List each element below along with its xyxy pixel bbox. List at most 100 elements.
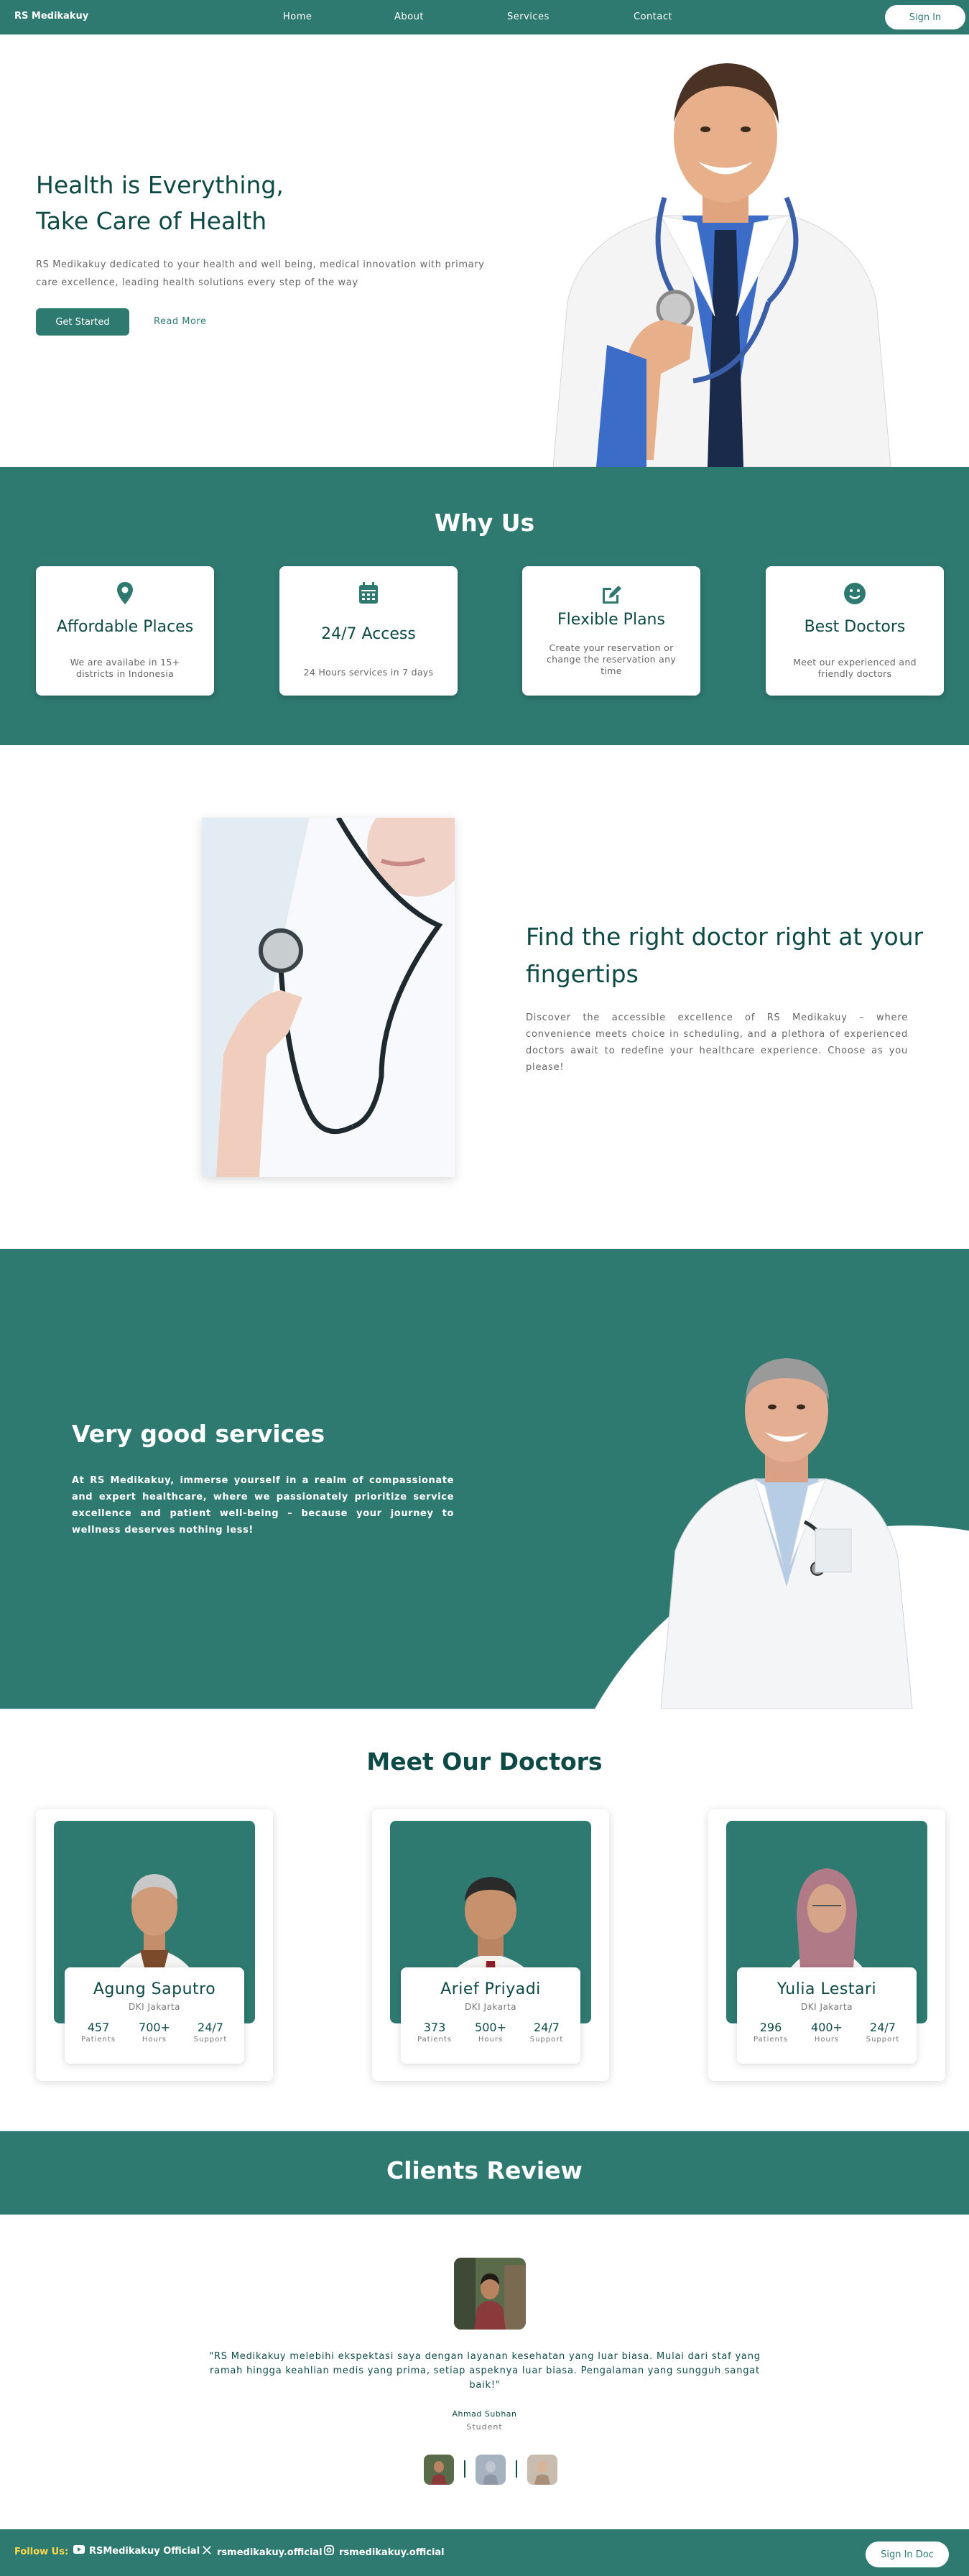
stat-label: Hours: [814, 2036, 840, 2044]
stat-label: Hours: [478, 2036, 504, 2044]
services-section: Very good services At RS Medikakuy, imme…: [0, 1249, 969, 1709]
doctor-location: DKI Jakarta: [801, 2002, 853, 2012]
read-more-link[interactable]: Read More: [154, 316, 207, 327]
find-doctor-description: Discover the accessible excellence of RS…: [526, 1012, 908, 1073]
nav-link-about[interactable]: About: [394, 11, 424, 22]
hero-title-line2: Take Care of Health: [36, 207, 267, 235]
doctor-stat-patients: 457 Patients: [72, 2021, 125, 2044]
clients-review-banner: Clients Review: [0, 2131, 969, 2215]
nav-link-services[interactable]: Services: [507, 11, 550, 22]
stethoscope-image: [202, 818, 455, 1177]
hero-title-line1: Health is Everything,: [36, 171, 284, 199]
social-x[interactable]: rsmedikakuy.official: [201, 2545, 323, 2558]
stat-value: 700+: [139, 2021, 170, 2034]
senior-doctor-image: [660, 1358, 913, 1709]
doctor-info-card: Arief Priyadi DKI Jakarta 373 Patients 50…: [401, 1967, 580, 2064]
x-icon: [203, 2546, 211, 2554]
doctor-card[interactable]: Yulia Lestari DKI Jakarta 296 Patients 40…: [708, 1809, 945, 2081]
doctor-stat-patients: 296 Patients: [744, 2021, 797, 2044]
why-us-title: Why Us: [434, 509, 535, 537]
doctor-info-card: Agung Saputro DKI Jakarta 457 Patients 70…: [65, 1967, 244, 2064]
stat-value: 373: [423, 2021, 446, 2034]
sign-in-doc-button[interactable]: Sign In Doc: [866, 2542, 949, 2567]
doctor-stat-support: 24/7 Support: [184, 2021, 237, 2044]
doctor-stat-hours: 400+ Hours: [800, 2021, 853, 2044]
why-card-desc: Create your reservation or change the re…: [546, 642, 677, 676]
sign-in-button[interactable]: Sign In: [885, 5, 965, 29]
follow-us-label: Follow Us:: [14, 2547, 69, 2557]
stat-value: 296: [759, 2021, 782, 2034]
stat-label: Support: [866, 2036, 900, 2044]
social-label: rsmedikakuy.official: [217, 2547, 323, 2558]
social-label: rsmedikakuy.official: [339, 2547, 445, 2558]
reviewer-name: Ahmad Subhan: [452, 2409, 517, 2419]
why-card-doctors: Best Doctors Meet our experienced and fr…: [766, 566, 944, 696]
why-card-title: 24/7 Access: [321, 625, 416, 643]
stat-label: Hours: [142, 2036, 167, 2044]
top-navbar: RS Medikakuy Home About Services Contact…: [0, 0, 969, 34]
services-title: Very good services: [72, 1420, 325, 1448]
reviewer-role: Student: [466, 2422, 503, 2432]
services-description: At RS Medikakuy, immerse yourself in a r…: [72, 1475, 454, 1536]
stat-value: 24/7: [534, 2021, 560, 2034]
instagram-icon: [324, 2545, 334, 2555]
doctor-stat-support: 24/7 Support: [520, 2021, 573, 2044]
edit-icon: [603, 586, 621, 604]
stat-value: 457: [87, 2021, 110, 2034]
why-card-desc: 24 Hours services in 7 days: [303, 667, 434, 678]
review-thumbnail[interactable]: [476, 2455, 506, 2485]
stat-value: 400+: [811, 2021, 843, 2034]
why-card-affordable: Affordable Places We are availabe in 15+…: [36, 566, 214, 696]
doctor-name: Agung Saputro: [93, 1980, 216, 1998]
why-card-title: Best Doctors: [804, 618, 906, 636]
review-thumbnail[interactable]: [424, 2455, 454, 2485]
doctor-location: DKI Jakarta: [129, 2002, 180, 2012]
doctor-card[interactable]: Arief Priyadi DKI Jakarta 373 Patients 50…: [372, 1809, 609, 2081]
youtube-icon: [73, 2545, 85, 2554]
thumbnail-divider: [516, 2460, 517, 2478]
doctor-card[interactable]: Agung Saputro DKI Jakarta 457 Patients 70…: [36, 1809, 273, 2081]
reviewer-photo: [454, 2258, 526, 2330]
footer: Follow Us: RSMedikakuy Official rsmedika…: [0, 2529, 969, 2576]
why-card-title: Affordable Places: [56, 618, 194, 636]
review-thumbnail[interactable]: [527, 2455, 557, 2485]
doctor-stat-patients: 373 Patients: [408, 2021, 461, 2044]
doctor-stat-hours: 700+ Hours: [128, 2021, 181, 2044]
stat-label: Patients: [80, 2036, 116, 2044]
doctor-stat-support: 24/7 Support: [856, 2021, 909, 2044]
why-card-flexible: Flexible Plans Create your reservation o…: [522, 566, 700, 696]
doctor-info-card: Yulia Lestari DKI Jakarta 296 Patients 40…: [737, 1967, 917, 2064]
doctor-location: DKI Jakarta: [465, 2002, 516, 2012]
hero-section: Health is Everything, Take Care of Healt…: [0, 34, 969, 467]
stat-label: Support: [529, 2036, 564, 2044]
find-doctor-title: Find the right doctor right at your fing…: [526, 923, 924, 988]
why-us-section: Why Us Affordable Places We are availabe…: [0, 467, 969, 745]
clients-review-title: Clients Review: [386, 2156, 583, 2184]
social-instagram[interactable]: rsmedikakuy.official: [323, 2545, 445, 2558]
social-youtube[interactable]: RSMedikakuy Official: [73, 2545, 200, 2557]
doctor-stat-hours: 500+ Hours: [464, 2021, 517, 2044]
brand-logo[interactable]: RS Medikakuy: [14, 11, 88, 22]
hero-title: Health is Everything, Take Care of Healt…: [36, 167, 438, 239]
stat-value: 24/7: [198, 2021, 223, 2034]
hero-doctor-image: [552, 63, 891, 467]
stat-label: Patients: [753, 2036, 789, 2044]
stat-value: 24/7: [870, 2021, 896, 2034]
calendar-icon: [359, 582, 378, 604]
social-label: RSMedikakuy Official: [89, 2546, 200, 2557]
stat-label: Support: [193, 2036, 228, 2044]
get-started-button[interactable]: Get Started: [36, 308, 129, 336]
doctor-name: Yulia Lestari: [776, 1980, 877, 1998]
smile-icon: [844, 583, 866, 604]
location-pin-icon: [117, 582, 133, 604]
nav-link-home[interactable]: Home: [283, 11, 312, 22]
thumbnail-divider: [464, 2460, 465, 2478]
stat-value: 500+: [475, 2021, 506, 2034]
nav-link-contact[interactable]: Contact: [634, 11, 672, 22]
why-card-desc: Meet our experienced and friendly doctor…: [793, 657, 917, 679]
stat-label: Patients: [417, 2036, 453, 2044]
why-card-desc: We are availabe in 15+ districts in Indo…: [70, 657, 180, 679]
meet-doctors-title: Meet Our Doctors: [366, 1748, 603, 1776]
hero-description: RS Medikakuy dedicated to your health an…: [36, 259, 485, 288]
why-card-access: 24/7 Access 24 Hours services in 7 days: [279, 566, 458, 696]
